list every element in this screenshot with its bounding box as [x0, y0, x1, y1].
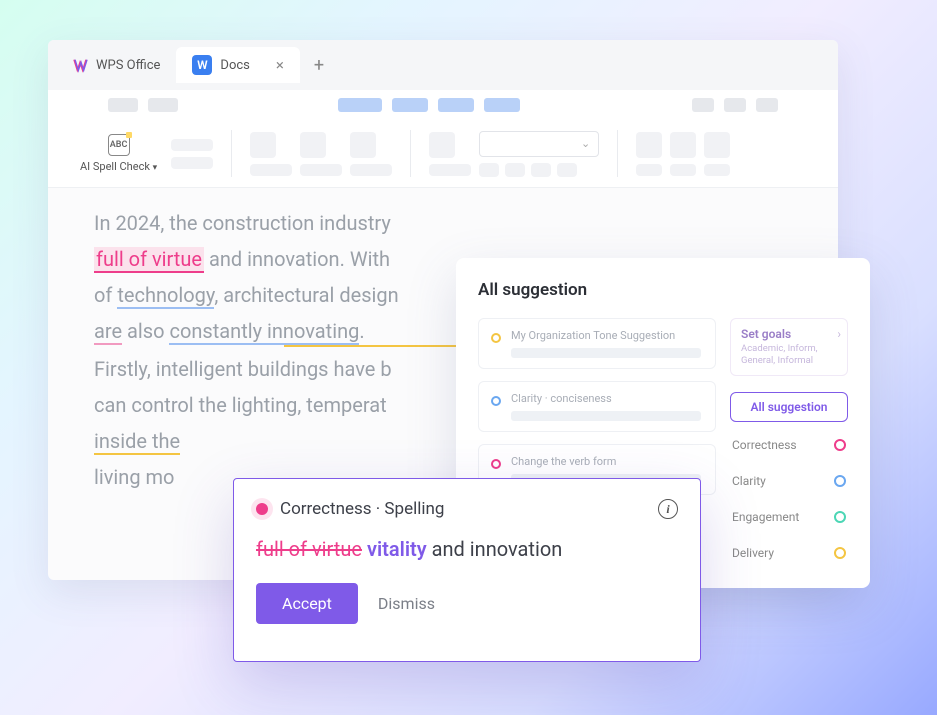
tab-wps-office[interactable]: WPS Office	[56, 49, 176, 81]
menu-placeholder	[392, 98, 428, 112]
correctness-dot-icon	[256, 503, 268, 515]
toolbar-placeholder	[636, 132, 662, 158]
font-select[interactable]: ⌄	[479, 131, 599, 157]
ai-spell-check-button[interactable]: ABC AI Spell Check ▾	[74, 130, 163, 177]
toolbar-placeholder	[300, 164, 342, 176]
suggestion-preview-bar	[511, 411, 701, 421]
menu-placeholder	[338, 98, 382, 112]
filter-correctness[interactable]: Correctness	[730, 432, 848, 458]
toolbar-placeholder	[479, 163, 499, 177]
doc-text: and innovation. With	[204, 247, 390, 271]
menu-placeholder	[484, 98, 520, 112]
category-ring-icon	[834, 511, 846, 523]
filter-delivery[interactable]: Delivery	[730, 540, 848, 566]
toolbar-placeholder	[531, 163, 551, 177]
filter-all-suggestion[interactable]: All suggestion	[730, 392, 848, 422]
toolbar-placeholder	[670, 164, 696, 176]
suggestion-dot-icon	[491, 396, 501, 406]
correction-sentence: full of virtue vitality and innovation	[256, 537, 678, 561]
wps-logo-icon	[72, 57, 88, 73]
toolbar-placeholder	[250, 132, 276, 158]
spellcheck-label: AI Spell Check ▾	[80, 160, 157, 173]
tab-bar: WPS Office W Docs × +	[48, 40, 838, 90]
menu-placeholder	[724, 98, 746, 112]
doc-underline-clarity[interactable]: technology	[117, 283, 214, 309]
info-icon[interactable]: i	[658, 499, 678, 519]
filter-clarity[interactable]: Clarity	[730, 468, 848, 494]
filter-engagement[interactable]: Engagement	[730, 504, 848, 530]
goals-title: Set goals	[741, 327, 837, 341]
doc-text: .	[359, 319, 364, 343]
toolbar-placeholder	[300, 132, 326, 158]
tab-docs-label: Docs	[220, 58, 249, 73]
toolbar-placeholder	[704, 132, 730, 158]
new-tab-button[interactable]: +	[314, 55, 324, 76]
toolbar-placeholder	[505, 163, 525, 177]
category-ring-icon	[834, 547, 846, 559]
menu-placeholder	[756, 98, 778, 112]
tab-docs[interactable]: W Docs ×	[176, 47, 299, 83]
set-goals-button[interactable]: Set goals Academic, Inform, General, Inf…	[730, 318, 848, 376]
category-label: Engagement	[732, 510, 799, 524]
category-label: Clarity	[732, 474, 766, 488]
category-ring-icon	[834, 475, 846, 487]
suggestion-preview-bar	[511, 348, 701, 358]
menu-placeholder	[692, 98, 714, 112]
menu-placeholder	[108, 98, 138, 112]
doc-text: also	[122, 319, 169, 343]
close-tab-icon[interactable]: ×	[276, 56, 284, 74]
toolbar-placeholder	[350, 132, 376, 158]
suggestion-label: Clarity · conciseness	[511, 392, 701, 405]
suggestion-card[interactable]: My Organization Tone Suggestion	[478, 318, 716, 369]
toolbar-placeholder	[557, 163, 577, 177]
suggestion-label: Change the verb form	[511, 455, 701, 468]
doc-text: , architectural design	[214, 283, 398, 307]
toolbar-placeholder	[171, 139, 213, 151]
toolbar-placeholder	[704, 164, 730, 176]
doc-text: Firstly, intelligent buildings have b	[94, 357, 392, 381]
toolbar-placeholder	[171, 157, 213, 169]
toolbar-placeholder	[429, 132, 455, 158]
dismiss-button[interactable]: Dismiss	[378, 594, 435, 613]
toolbar-placeholder	[636, 164, 662, 176]
toolbar-placeholder	[670, 132, 696, 158]
tab-wps-label: WPS Office	[96, 58, 160, 73]
category-ring-icon	[834, 439, 846, 451]
doc-text: In 2024, the construction industry	[94, 211, 391, 235]
doc-underline-delivery[interactable]: inside the	[94, 429, 180, 455]
doc-underline-correctness[interactable]: are	[94, 319, 122, 345]
word-icon: W	[192, 55, 212, 75]
spellcheck-icon: ABC	[108, 134, 130, 156]
doc-text: living mo	[94, 465, 174, 489]
menu-placeholder	[148, 98, 178, 112]
suggestion-label: My Organization Tone Suggestion	[511, 329, 701, 342]
category-label: Correctness	[732, 438, 797, 452]
correction-card: Correctness · Spelling i full of virtue …	[233, 478, 701, 662]
suggestion-card[interactable]: Clarity · conciseness	[478, 381, 716, 432]
accept-button[interactable]: Accept	[256, 583, 358, 624]
category-label: Delivery	[732, 546, 774, 560]
menu-bar	[48, 90, 838, 120]
chevron-right-icon: ›	[837, 327, 841, 341]
doc-text: of	[94, 283, 117, 307]
doc-underline-clarity[interactable]: constantly innovating	[169, 319, 359, 345]
panel-title: All suggestion	[478, 280, 848, 300]
goals-subtitle: Academic, Inform, General, Informal	[741, 343, 837, 367]
correction-rest-text: and innovation	[427, 537, 563, 561]
correction-strike-text: full of virtue	[256, 537, 362, 561]
doc-text: can control the lighting, temperat	[94, 393, 387, 417]
suggestion-dot-icon	[491, 459, 501, 469]
toolbar-placeholder	[250, 164, 292, 176]
toolbar: ABC AI Spell Check ▾ ⌄	[48, 120, 838, 188]
suggestion-dot-icon	[491, 333, 501, 343]
toolbar-placeholder	[350, 164, 392, 176]
toolbar-placeholder	[429, 164, 471, 176]
menu-placeholder	[438, 98, 474, 112]
doc-highlight-error[interactable]: full of virtue	[94, 247, 204, 273]
correction-type-label: Correctness · Spelling	[280, 499, 444, 519]
correction-insert-text: vitality	[367, 537, 427, 561]
